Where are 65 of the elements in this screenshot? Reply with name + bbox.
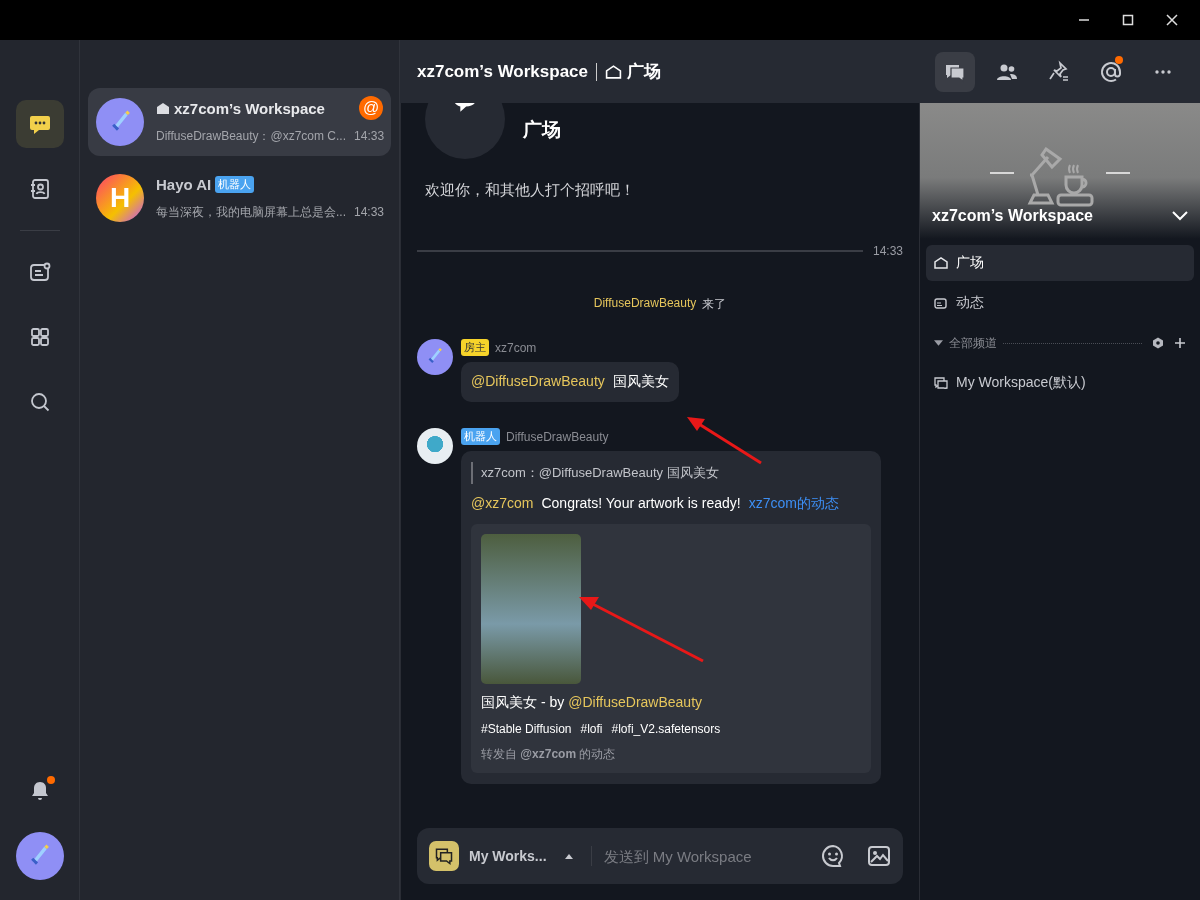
image-icon[interactable] <box>867 844 891 868</box>
house-icon <box>934 257 948 269</box>
chat-nav-button[interactable] <box>15 100 64 148</box>
workspace-name: xz7com’s Workspace <box>932 207 1093 225</box>
channel-selector[interactable]: My Works... <box>469 848 547 864</box>
caret-icon[interactable] <box>934 340 943 346</box>
more-icon <box>1155 69 1171 74</box>
timestamp: 14:33 <box>872 244 903 258</box>
bot-tag: 机器人 <box>461 428 500 445</box>
quoted-message: xz7com：@DiffuseDrawBeauty 国风美女 <box>471 462 871 484</box>
hashtag[interactable]: #lofi <box>580 722 603 736</box>
section-label: 全部频道 <box>949 334 997 352</box>
avatar <box>417 428 453 464</box>
channel-nav-item[interactable]: 广场 <box>926 245 1194 281</box>
avatar: H <box>96 174 144 222</box>
mention-badge: @ <box>359 96 383 120</box>
workspace-title: xz7com’s Workspace <box>417 61 589 82</box>
feed-link[interactable]: xz7com的动态 <box>748 495 839 513</box>
mention-link[interactable]: @DiffuseDrawBeauty <box>471 373 605 389</box>
feed-icon <box>27 260 52 284</box>
conversation-name: xz7com’s Workspace <box>174 99 325 117</box>
conversation-item[interactable]: H Hayo AI 机器人 每当深夜，我的电脑屏幕上总是会... 14:33 <box>88 164 391 232</box>
avatar <box>96 98 144 146</box>
hashtag[interactable]: #Stable Diffusion <box>481 722 572 736</box>
pin-icon <box>1047 59 1071 84</box>
message-preview: DiffuseDrawBeauty：@xz7com C... <box>156 127 347 145</box>
chevron-down-icon[interactable] <box>1172 211 1188 221</box>
artwork-caption: 国风美女 - by <box>481 694 565 712</box>
author-name: xz7com <box>495 340 537 355</box>
channel-nav-item[interactable]: 动态 <box>926 285 1194 321</box>
channel-name: 广场 <box>523 118 561 142</box>
message-preview: 每当深夜，我的电脑屏幕上总是会... <box>156 203 346 221</box>
mention-link[interactable]: @DiffuseDrawBeauty <box>568 694 703 712</box>
message-text: Congrats! Your artwork is ready! <box>541 495 741 513</box>
add-icon[interactable] <box>1174 337 1186 349</box>
channel-title: 广场 <box>627 61 662 83</box>
caret-icon[interactable] <box>564 853 573 859</box>
at-sign-icon <box>1099 59 1123 84</box>
conversation-item[interactable]: xz7com’s Workspace @ DiffuseDrawBeauty：@xz7com C... 14:33 <box>88 88 391 156</box>
settings-icon[interactable] <box>1152 337 1164 349</box>
mention-link[interactable]: @xz7com <box>471 495 534 513</box>
channel-item[interactable]: My Workspace(默认) <box>926 365 1194 401</box>
feed-icon <box>934 297 948 309</box>
timestamp: 14:33 <box>354 205 385 219</box>
bot-tag: 机器人 <box>215 175 255 193</box>
repost-note: 转发自 @xz7com 的动态 <box>481 746 617 763</box>
welcome-text: 欢迎你，和其他人打个招呼吧！ <box>425 181 636 200</box>
timestamp: 14:33 <box>354 129 385 143</box>
owner-tag: 房主 <box>461 339 489 356</box>
username: DiffuseDrawBeauty <box>593 296 697 312</box>
author-name: DiffuseDrawBeauty <box>506 429 609 444</box>
message-input[interactable]: 发送到 My Workspace <box>601 846 799 866</box>
channel-icon <box>429 841 459 871</box>
house-icon <box>605 63 623 80</box>
conversation-name: Hayo AI <box>156 175 212 193</box>
system-message: 来了 <box>702 296 727 313</box>
hashtag[interactable]: #lofi_V2.safetensors <box>611 722 721 736</box>
chat-button[interactable] <box>935 51 975 92</box>
chat-bubbles-icon <box>934 377 948 389</box>
message-text: 国风美女 <box>612 373 669 389</box>
maximize-icon[interactable] <box>1122 14 1134 26</box>
avatar <box>417 339 453 375</box>
emoji-icon[interactable] <box>821 844 845 868</box>
user-avatar[interactable] <box>15 832 64 880</box>
close-icon[interactable] <box>1166 14 1178 26</box>
